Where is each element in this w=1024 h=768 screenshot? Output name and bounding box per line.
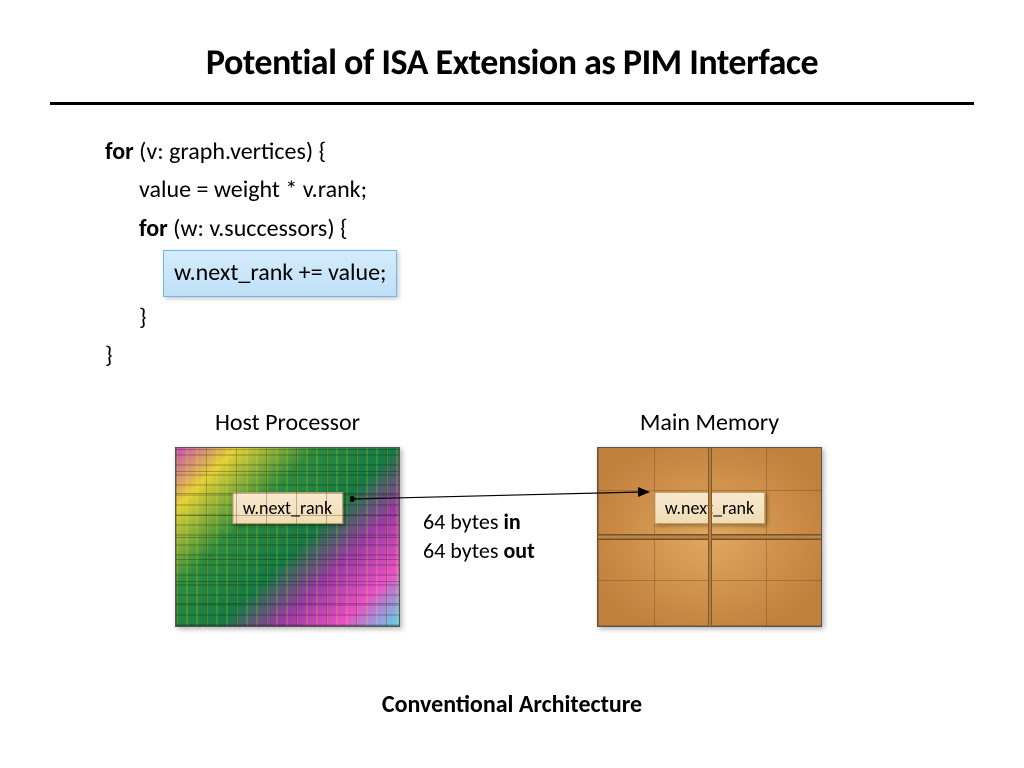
code-line-1: for (v: graph.vertices) { xyxy=(105,133,974,171)
transfer-text: 64 bytes in 64 bytes out xyxy=(423,508,535,565)
main-memory-block: Main Memory w.next_rank xyxy=(597,408,822,627)
code-text-3: (w: v.successors) { xyxy=(168,214,348,243)
slide-title: Potential of ISA Extension as PIM Interf… xyxy=(50,40,974,84)
host-badge: w.next_rank xyxy=(232,492,343,524)
code-text-1: (v: graph.vertices) { xyxy=(134,137,326,166)
slide: Potential of ISA Extension as PIM Interf… xyxy=(0,0,1024,768)
transfer-arrow xyxy=(350,444,650,504)
title-rule xyxy=(50,102,974,105)
main-memory-label: Main Memory xyxy=(597,408,822,437)
host-processor-label: Host Processor xyxy=(175,408,400,437)
code-line-5: } xyxy=(105,299,974,337)
code-highlight: w.next_rank += value; xyxy=(163,250,397,296)
transfer-out-bold: out xyxy=(503,537,534,564)
transfer-in-num: 64 bytes xyxy=(423,508,503,535)
code-block: for (v: graph.vertices) { value = weight… xyxy=(105,133,974,375)
code-line-3: for (w: v.successors) { xyxy=(105,210,974,248)
code-line-2: value = weight * v.rank; xyxy=(105,171,974,209)
code-line-4-wrap: w.next_rank += value; xyxy=(105,248,974,298)
keyword-for-1: for xyxy=(105,137,134,166)
code-line-6: } xyxy=(105,337,974,375)
transfer-in-bold: in xyxy=(503,508,520,535)
keyword-for-2: for xyxy=(139,214,168,243)
memory-badge: w.next_rank xyxy=(654,492,765,524)
transfer-line-in: 64 bytes in xyxy=(423,508,535,537)
host-processor-block: Host Processor w.next_rank xyxy=(175,408,400,627)
transfer-out-num: 64 bytes xyxy=(423,537,503,564)
footer-label: Conventional Architecture xyxy=(0,690,1024,719)
transfer-line-out: 64 bytes out xyxy=(423,537,535,566)
